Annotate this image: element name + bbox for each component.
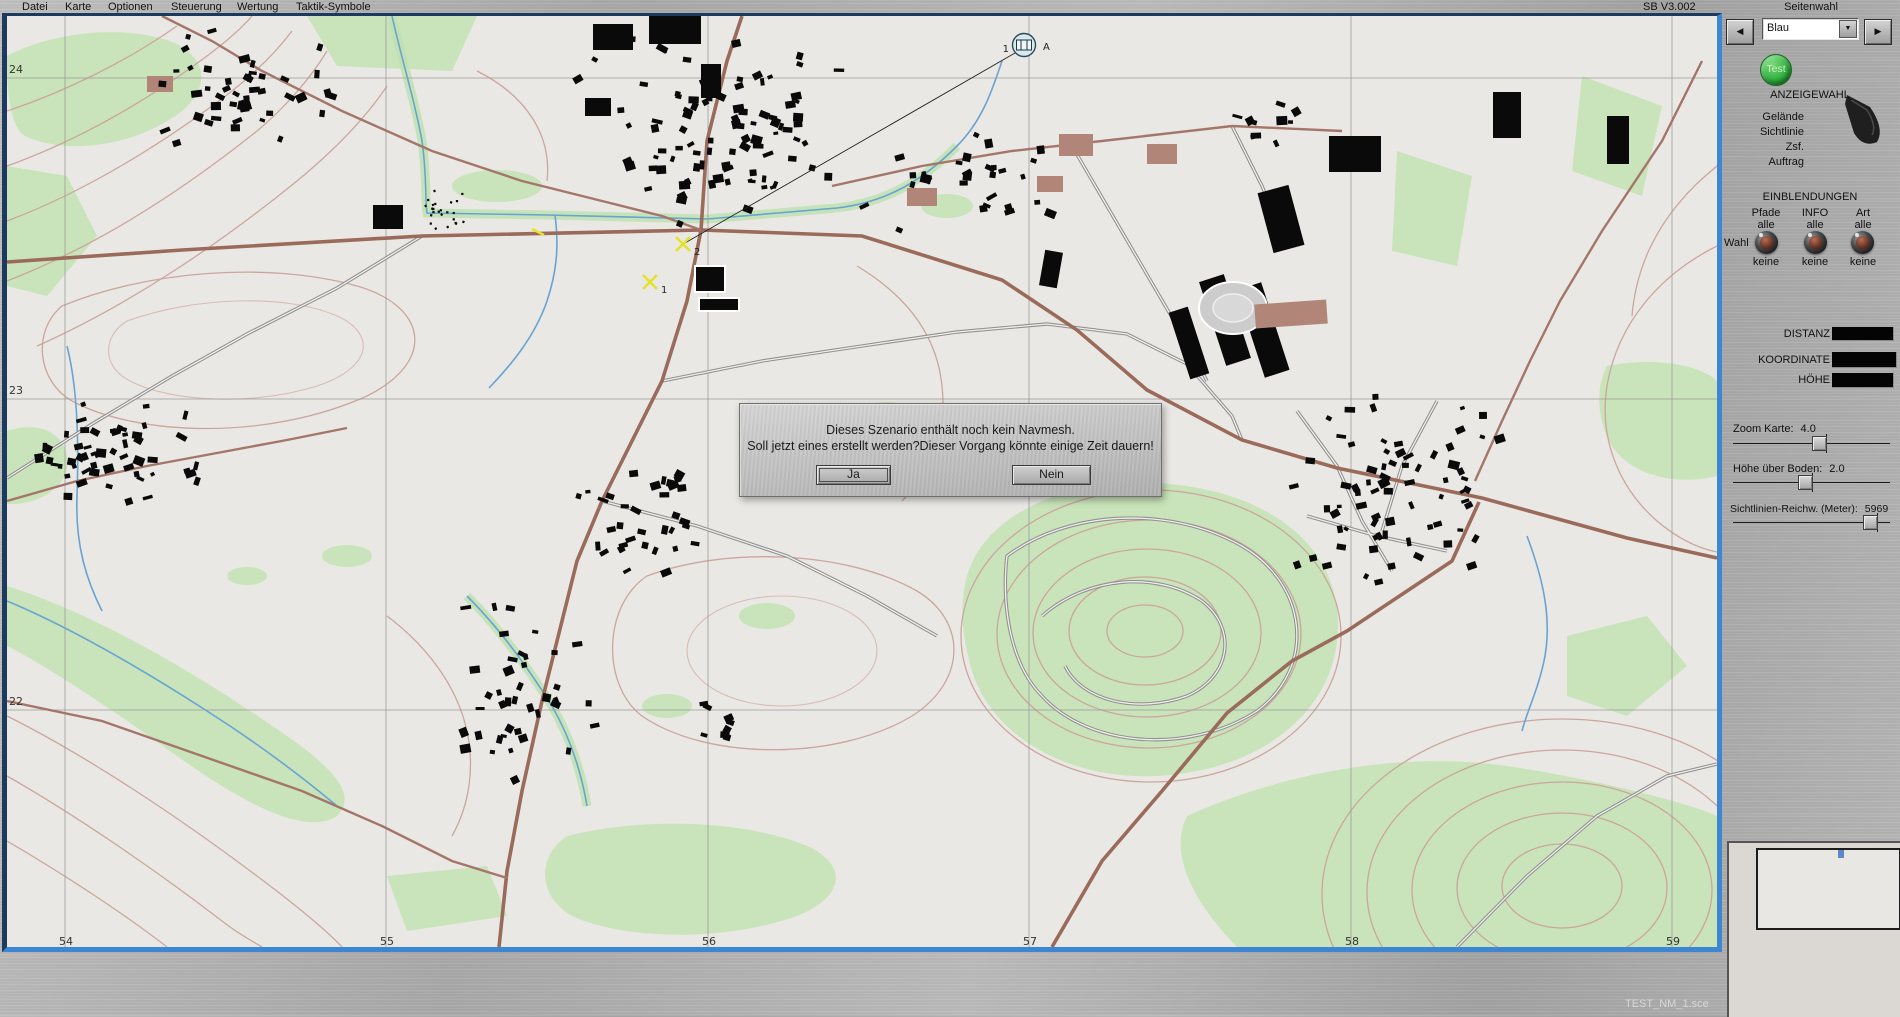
pfade-keine-label: keine: [1742, 256, 1790, 268]
art-knob[interactable]: [1851, 231, 1874, 254]
anzeigewahl-option-gelaende[interactable]: Gelände: [1722, 110, 1804, 125]
side-next-button[interactable]: ▶: [1864, 19, 1892, 45]
art-keine-label: keine: [1839, 256, 1887, 268]
svg-text:24: 24: [9, 63, 23, 76]
info-keine-label: keine: [1791, 256, 1839, 268]
unit-number-label: 1: [1003, 44, 1009, 55]
test-button[interactable]: Test: [1760, 54, 1792, 86]
hoehe-readout: [1832, 373, 1894, 388]
menu-item-optionen[interactable]: Optionen: [108, 1, 153, 13]
dialog-message-line2: Soll jetzt eines erstellt werden?Dieser …: [740, 439, 1161, 453]
anzeigewahl-option-sichtlinie[interactable]: Sichtlinie: [1722, 125, 1804, 140]
wahl-label: Wahl: [1724, 237, 1749, 249]
svg-text:23: 23: [9, 384, 23, 397]
side-select-label: Seitenwahl: [1722, 1, 1900, 13]
los-slider-handle[interactable]: [1863, 515, 1878, 530]
dropdown-arrow-button[interactable]: ▼: [1839, 20, 1857, 38]
info-knob[interactable]: [1804, 231, 1827, 254]
svg-text:59: 59: [1666, 935, 1680, 947]
height-value: 2.0: [1829, 463, 1844, 475]
no-button[interactable]: Nein: [1012, 465, 1091, 485]
los-slider-label: Sichtlinien-Reichw. (Meter):5969: [1730, 503, 1888, 515]
menu-item-karte[interactable]: Karte: [65, 1, 91, 13]
version-label: SB V3.002: [1643, 1, 1696, 13]
right-arrow-icon: ▶: [1875, 26, 1882, 36]
koordinate-label: KOORDINATE: [1722, 354, 1830, 366]
navmesh-dialog: Dieses Szenario enthält noch kein Navmes…: [739, 403, 1162, 497]
pfade-column-label: Pfade: [1742, 207, 1790, 219]
zoom-slider-label: Zoom Karte:4.0: [1733, 423, 1816, 435]
dialog-message-line1: Dieses Szenario enthält noch kein Navmes…: [740, 423, 1161, 437]
zoom-slider-handle[interactable]: [1812, 436, 1827, 451]
side-prev-button[interactable]: ◀: [1726, 19, 1754, 45]
height-slider-handle[interactable]: [1798, 475, 1813, 490]
svg-text:22: 22: [9, 695, 23, 708]
distanz-label: DISTANZ: [1722, 328, 1830, 340]
art-column-label: Art: [1839, 207, 1887, 219]
hoehe-label: HÖHE: [1722, 374, 1830, 386]
menu-item-datei[interactable]: Datei: [22, 1, 48, 13]
unit-letter-label: A: [1043, 42, 1050, 53]
menu-item-steuerung[interactable]: Steuerung: [171, 1, 222, 13]
yes-button[interactable]: Ja: [816, 465, 891, 485]
overview-minimap[interactable]: [1727, 841, 1900, 1017]
distanz-readout: [1832, 327, 1894, 341]
left-arrow-icon: ◀: [1737, 26, 1744, 36]
side-dropdown[interactable]: Blau ▼: [1762, 18, 1859, 40]
anzeigewahl-option-auftrag[interactable]: Auftrag: [1722, 155, 1804, 170]
svg-text:55: 55: [380, 935, 394, 947]
minimap-view-rect[interactable]: [1756, 848, 1900, 930]
svg-text:57: 57: [1023, 935, 1037, 947]
anzeigewahl-options: Gelände Sichtlinie Zsf. Auftrag: [1722, 110, 1804, 170]
zoom-value: 4.0: [1801, 423, 1816, 435]
menu-bar: Datei Karte Optionen Steuerung Wertung T…: [0, 0, 1900, 14]
control-sidebar: Seitenwahl ◀ Blau ▼ ▶ Test ANZEIGEWAHL G…: [1722, 13, 1900, 1015]
info-column-label: INFO: [1791, 207, 1839, 219]
los-slider[interactable]: [1733, 522, 1890, 523]
info-alle-label: alle: [1791, 219, 1839, 231]
koordinate-readout: [1832, 352, 1897, 368]
art-alle-label: alle: [1839, 219, 1887, 231]
einblendungen-title: EINBLENDUNGEN: [1722, 191, 1898, 203]
pfade-alle-label: alle: [1742, 219, 1790, 231]
menu-item-wertung[interactable]: Wertung: [237, 1, 278, 13]
scenario-filename: TEST_NM_1.sce: [1625, 998, 1709, 1010]
minimap-unit-dot: [1838, 850, 1844, 858]
zoom-slider[interactable]: [1733, 443, 1890, 444]
svg-text:54: 54: [59, 935, 73, 947]
anzeigewahl-selector-knob[interactable]: [1843, 92, 1893, 156]
menu-item-taktik-symbole[interactable]: Taktik-Symbole: [296, 1, 371, 13]
height-slider[interactable]: [1733, 482, 1890, 483]
chevron-down-icon: ▼: [1845, 25, 1852, 32]
height-slider-label: Höhe über Boden:2.0: [1733, 463, 1845, 475]
side-dropdown-value: Blau: [1767, 22, 1789, 34]
svg-text:56: 56: [702, 935, 716, 947]
waypoint-label: 1: [661, 285, 667, 296]
svg-text:58: 58: [1345, 935, 1359, 947]
pfade-knob[interactable]: [1755, 231, 1778, 254]
anzeigewahl-option-zsf[interactable]: Zsf.: [1722, 140, 1804, 155]
waypoint-label: 2: [694, 247, 700, 258]
